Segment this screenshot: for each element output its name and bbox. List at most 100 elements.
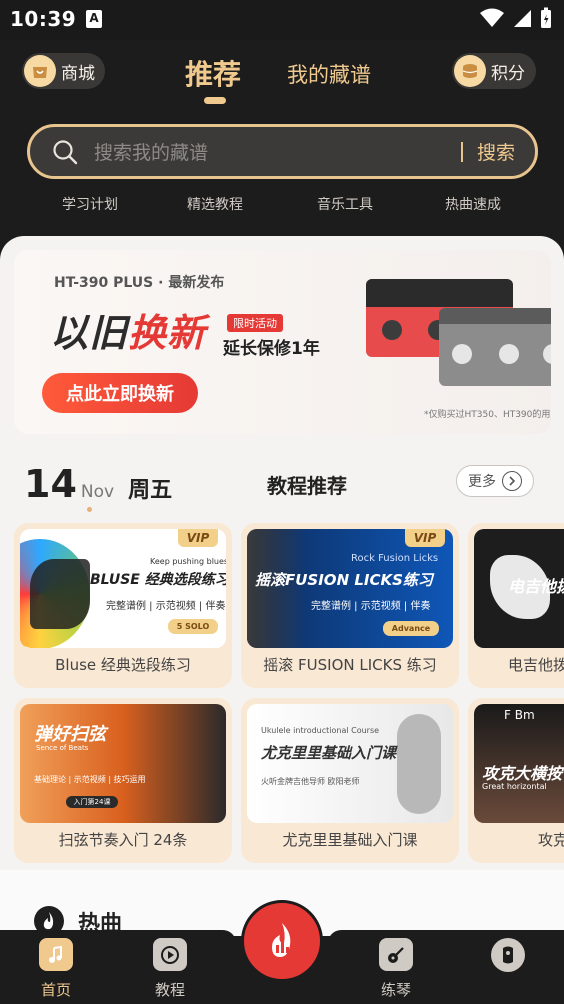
search-input[interactable]: 搜索我的藏谱 bbox=[94, 138, 461, 165]
search-divider bbox=[460, 141, 463, 162]
course-card[interactable]: VIP Keep pushing blues BLUSE 经典选段练习 完整谱例… bbox=[14, 523, 232, 688]
profile-icon bbox=[491, 938, 525, 972]
thumb-badge: 入门第24课 bbox=[66, 796, 118, 808]
more-button[interactable]: 更多 bbox=[456, 465, 534, 497]
mall-button[interactable]: 商城 bbox=[22, 53, 105, 89]
thumb-title: 攻克大横按 bbox=[482, 764, 563, 783]
flame-mic-icon bbox=[272, 923, 291, 957]
banner-desc: 延长保修1年 bbox=[223, 339, 320, 359]
banner-title: 以旧换新 bbox=[50, 311, 207, 355]
tab-indicator bbox=[204, 97, 226, 104]
device-knob bbox=[452, 344, 472, 364]
device-image-red-top bbox=[366, 279, 513, 307]
thumb-features: 基础理论 | 示范视频 | 技巧运用 bbox=[34, 775, 146, 784]
thumb-title: 电吉他拨 bbox=[508, 577, 564, 596]
status-bar: 10:39 A bbox=[0, 0, 564, 40]
course-card[interactable]: VIP Rock Fusion Licks 摇滚FUSION LICKS练习 完… bbox=[241, 523, 459, 688]
course-card[interactable]: F Bm 攻克大横按 Great horizontal 攻克 bbox=[468, 698, 564, 863]
points-label: 积分 bbox=[491, 63, 525, 84]
header: 商城 推荐 我的藏谱 积分 搜索我的藏谱 搜索 学习计划 精选教程 音乐工具 热… bbox=[0, 40, 564, 236]
status-time: 10:39 bbox=[10, 7, 77, 31]
vip-badge: VIP bbox=[405, 529, 445, 547]
banner-tag: 限时活动 bbox=[227, 314, 283, 332]
nav-practice-label: 练琴 bbox=[380, 981, 411, 999]
more-label: 更多 bbox=[468, 474, 496, 490]
search-icon bbox=[53, 139, 78, 164]
ukulele-art bbox=[397, 714, 441, 814]
thumb-subtitle-en: Sence of Beats bbox=[36, 744, 89, 752]
category-row: 学习计划 精选教程 音乐工具 热曲速成 bbox=[0, 194, 564, 212]
signal-icon bbox=[514, 10, 531, 27]
promo-banner[interactable]: HT-390 PLUS · 最新发布 以旧换新 限时活动 延长保修1年 点此立即… bbox=[14, 250, 551, 434]
device-knob bbox=[499, 344, 519, 364]
banner-cta-button[interactable]: 点此立即换新 bbox=[42, 373, 198, 413]
course-thumbnail: Ukulele introductional Course 尤克里里基础入门课 … bbox=[247, 704, 453, 823]
thumb-title: 尤克里里基础入门课 bbox=[261, 744, 397, 762]
course-thumbnail: 电吉他拨 bbox=[474, 529, 564, 648]
category-hot-songs[interactable]: 热曲速成 bbox=[445, 198, 501, 212]
date-block: 14 Nov 周五 bbox=[24, 462, 172, 506]
vip-badge: VIP bbox=[178, 529, 218, 547]
search-button[interactable]: 搜索 bbox=[477, 138, 515, 165]
nav-home-label: 首页 bbox=[40, 981, 71, 999]
guitar-art bbox=[30, 559, 90, 629]
course-card[interactable]: 电吉他拨 电吉他拨 bbox=[468, 523, 564, 688]
play-icon bbox=[153, 938, 187, 971]
tab-recommend[interactable]: 推荐 bbox=[185, 53, 241, 93]
thumb-subtitle-en: Keep pushing blues bbox=[150, 557, 226, 566]
date-day: 14 bbox=[24, 462, 77, 506]
nav-home[interactable]: 首页 bbox=[26, 938, 86, 1000]
thumb-badge: Advance bbox=[383, 621, 439, 636]
banner-note: *仅购买过HT350、HT390的用户 bbox=[424, 410, 551, 420]
course-card[interactable]: 弹好扫弦 Sence of Beats 基础理论 | 示范视频 | 技巧运用 入… bbox=[14, 698, 232, 863]
guitar-icon bbox=[379, 938, 413, 971]
shop-icon bbox=[24, 55, 56, 87]
course-title: 摇滚 FUSION LICKS 练习 bbox=[263, 656, 437, 674]
nav-profile[interactable] bbox=[478, 938, 538, 1000]
date-weekday: 周五 bbox=[128, 478, 173, 503]
thumb-badge: 5 SOLO bbox=[168, 619, 218, 634]
tab-my-collection[interactable]: 我的藏谱 bbox=[287, 59, 371, 89]
banner-subtitle: HT-390 PLUS · 最新发布 bbox=[54, 275, 225, 291]
chevron-right-icon bbox=[502, 471, 522, 491]
course-thumbnail: 弹好扫弦 Sence of Beats 基础理论 | 示范视频 | 技巧运用 入… bbox=[20, 704, 226, 823]
search-bar[interactable]: 搜索我的藏谱 搜索 bbox=[27, 124, 538, 179]
thumb-subtitle-en: Rock Fusion Licks bbox=[351, 553, 439, 564]
points-button[interactable]: 积分 bbox=[452, 53, 536, 89]
nav-practice[interactable]: 练琴 bbox=[366, 938, 426, 1000]
thumb-features: 火听金牌吉他导师 欧阳老师 bbox=[261, 777, 360, 786]
course-thumbnail: VIP Rock Fusion Licks 摇滚FUSION LICKS练习 完… bbox=[247, 529, 453, 648]
thumb-title: BLUSE 经典选段练习 bbox=[90, 572, 226, 588]
course-title: 电吉他拨 bbox=[508, 656, 564, 674]
nav-tutorial[interactable]: 教程 bbox=[140, 938, 200, 1000]
nav-tutorial-label: 教程 bbox=[154, 981, 185, 999]
date-dot bbox=[87, 507, 92, 512]
chord-labels: F Bm bbox=[504, 708, 535, 722]
course-thumbnail: VIP Keep pushing blues BLUSE 经典选段练习 完整谱例… bbox=[20, 529, 226, 648]
course-title: 尤克里里基础入门课 bbox=[282, 831, 418, 849]
thumb-subtitle-en: Ukulele introductional Course bbox=[261, 726, 380, 735]
thumb-subtitle-en: Great horizontal bbox=[482, 782, 547, 791]
notification-icon: A bbox=[86, 10, 102, 28]
course-title: 攻克 bbox=[538, 831, 564, 849]
course-thumbnail: F Bm 攻克大横按 Great horizontal bbox=[474, 704, 564, 823]
mall-label: 商城 bbox=[61, 63, 95, 84]
category-featured[interactable]: 精选教程 bbox=[187, 198, 243, 212]
thumb-features: 完整谱例 | 示范视频 | 伴奏 bbox=[106, 601, 226, 612]
bottom-nav: 首页 教程 练琴 bbox=[0, 900, 564, 1004]
course-title: Bluse 经典选段练习 bbox=[55, 656, 191, 674]
category-study-plan[interactable]: 学习计划 bbox=[62, 198, 118, 212]
wifi-icon bbox=[480, 8, 504, 27]
coins-icon bbox=[454, 55, 486, 87]
center-action-button[interactable] bbox=[241, 900, 323, 982]
thumb-features: 完整谱例 | 示范视频 | 伴奏 bbox=[311, 601, 431, 612]
course-card[interactable]: Ukulele introductional Course 尤克里里基础入门课 … bbox=[241, 698, 459, 863]
battery-icon bbox=[541, 7, 551, 28]
category-tools[interactable]: 音乐工具 bbox=[317, 198, 373, 212]
status-icons bbox=[480, 6, 552, 30]
music-note-icon bbox=[39, 938, 73, 971]
thumb-title: 弹好扫弦 bbox=[34, 724, 106, 745]
main-content: HT-390 PLUS · 最新发布 以旧换新 限时活动 延长保修1年 点此立即… bbox=[0, 236, 564, 936]
date-month: Nov bbox=[80, 482, 115, 502]
thumb-title: 摇滚FUSION LICKS练习 bbox=[255, 571, 433, 589]
